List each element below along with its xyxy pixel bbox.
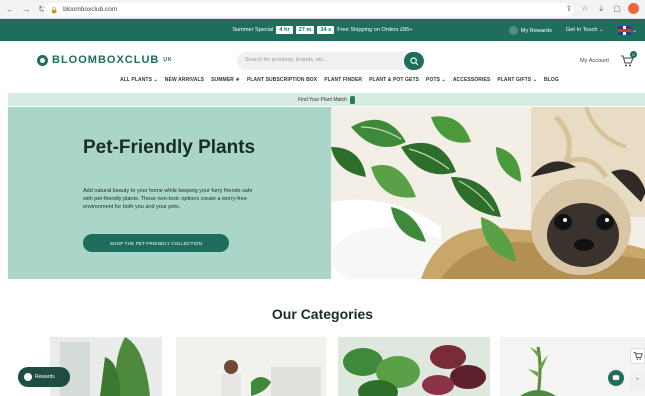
category-card[interactable]: [50, 337, 162, 396]
hero-text-panel: Pet-Friendly Plants Add natural beauty t…: [8, 107, 331, 279]
browser-toolbar: ← → ↻ 🔒 bloomboxclub.com ⇪ ☆ ⤓ ▢: [0, 0, 645, 19]
plant-finder-banner[interactable]: Find Your Plant Match: [8, 93, 645, 106]
nav-subscription-box[interactable]: PLANT SUBSCRIPTION BOX: [247, 77, 317, 83]
countdown-hours: 4 hr: [276, 26, 293, 34]
nav-accessories[interactable]: ACCESSORIES: [453, 77, 491, 83]
categories-heading: Our Categories: [271, 306, 374, 322]
category-card[interactable]: [176, 337, 326, 396]
category-image: [176, 337, 326, 396]
rewards-icon: [508, 25, 518, 35]
url-text: bloomboxclub.com: [63, 6, 118, 13]
region-selector[interactable]: ⌄: [617, 25, 637, 35]
chat-icon: [612, 375, 620, 380]
hero-title: Pet-Friendly Plants: [83, 137, 256, 158]
back-arrow-icon[interactable]: ←: [4, 3, 16, 15]
rewards-widget-label: Rewards: [35, 374, 55, 380]
site-header: BLOOMBOXCLUB UK Search for products, bra…: [0, 41, 645, 93]
scroll-to-top-button[interactable]: ⌃: [630, 372, 645, 390]
category-card[interactable]: [500, 337, 645, 396]
my-account-link[interactable]: My Account: [580, 58, 609, 64]
logo-text: BLOOMBOXCLUB: [52, 54, 160, 66]
rewards-widget-button[interactable]: Rewards: [18, 367, 70, 387]
nav-summer[interactable]: SUMMER ☀: [211, 77, 240, 83]
address-bar[interactable]: 🔒 bloomboxclub.com: [44, 3, 574, 16]
promo-bar: Summer Special 4 hr 27 m 34 s Free Shipp…: [0, 19, 645, 41]
profile-avatar[interactable]: [628, 3, 639, 14]
pug-with-plant-image: [331, 107, 645, 279]
share-icon[interactable]: ⇪: [564, 4, 574, 13]
cart-count-badge: 0: [630, 51, 637, 58]
category-card[interactable]: [338, 337, 490, 396]
category-cards: [8, 337, 645, 396]
download-icon[interactable]: ⤓: [596, 4, 606, 14]
nav-plant-pot-sets[interactable]: PLANT & POT GETS: [369, 77, 419, 83]
category-image: [50, 337, 162, 396]
countdown-minutes: 27 m: [295, 26, 315, 34]
search-button[interactable]: [404, 52, 424, 70]
logo-region: UK: [163, 57, 173, 63]
hero-image: [331, 107, 645, 279]
promo-label: Summer Special: [232, 27, 274, 33]
get-in-touch-label: Get In Touch: [565, 27, 598, 33]
search-input[interactable]: Search for products, brands, etc...: [245, 57, 328, 63]
floating-cart-button[interactable]: [630, 348, 645, 364]
my-rewards-link[interactable]: My Rewards: [508, 25, 552, 35]
cart-button[interactable]: 0: [620, 51, 637, 68]
plant-finder-text: Find Your Plant Match: [298, 96, 347, 103]
lock-icon: 🔒: [50, 6, 59, 14]
star-icon[interactable]: ☆: [580, 4, 590, 13]
logo-icon: [37, 54, 48, 66]
forward-arrow-icon[interactable]: →: [20, 3, 32, 15]
nav-plant-gifts[interactable]: PLANT GIFTS ⌄: [497, 77, 537, 83]
my-rewards-label: My Rewards: [520, 27, 552, 34]
main-navigation: ALL PLANTS ⌄ NEW ARRIVALS SUMMER ☀ PLANT…: [120, 77, 559, 83]
site-logo[interactable]: BLOOMBOXCLUB UK: [37, 54, 173, 66]
hero-description: Add natural beauty to your home while ke…: [83, 188, 253, 211]
category-image: [338, 337, 490, 396]
gift-icon: [24, 373, 32, 381]
nav-new-arrivals[interactable]: NEW ARRIVALS: [165, 77, 204, 83]
get-in-touch-link[interactable]: Get In Touch ⌄: [566, 27, 604, 33]
nav-all-plants[interactable]: ALL PLANTS ⌄: [120, 77, 158, 83]
countdown-seconds: 34 s: [317, 26, 335, 34]
uk-flag-icon: [617, 25, 631, 35]
nav-blog[interactable]: BLOG: [544, 77, 559, 83]
cart-icon: [633, 352, 643, 360]
chat-button[interactable]: [608, 370, 624, 386]
category-image: [500, 337, 645, 396]
search-icon: [409, 56, 418, 65]
chevron-up-icon: ⌃: [634, 378, 641, 385]
nav-pots[interactable]: POTS ⌄: [426, 77, 446, 83]
shop-pet-friendly-button[interactable]: SHOP THE PET-FRIENDLY COLLECTION: [83, 234, 229, 252]
nav-plant-finder[interactable]: PLANT FINDER: [324, 77, 362, 83]
plant-icon: [349, 95, 355, 104]
shipping-text: Free Shipping on Orders £85+: [337, 27, 413, 33]
window-icon[interactable]: ▢: [612, 4, 622, 13]
search-bar[interactable]: Search for products, brands, etc...: [237, 52, 424, 70]
hero-banner: Pet-Friendly Plants Add natural beauty t…: [8, 107, 645, 279]
browser-actions: ⇪ ☆ ⤓ ▢: [564, 3, 639, 14]
